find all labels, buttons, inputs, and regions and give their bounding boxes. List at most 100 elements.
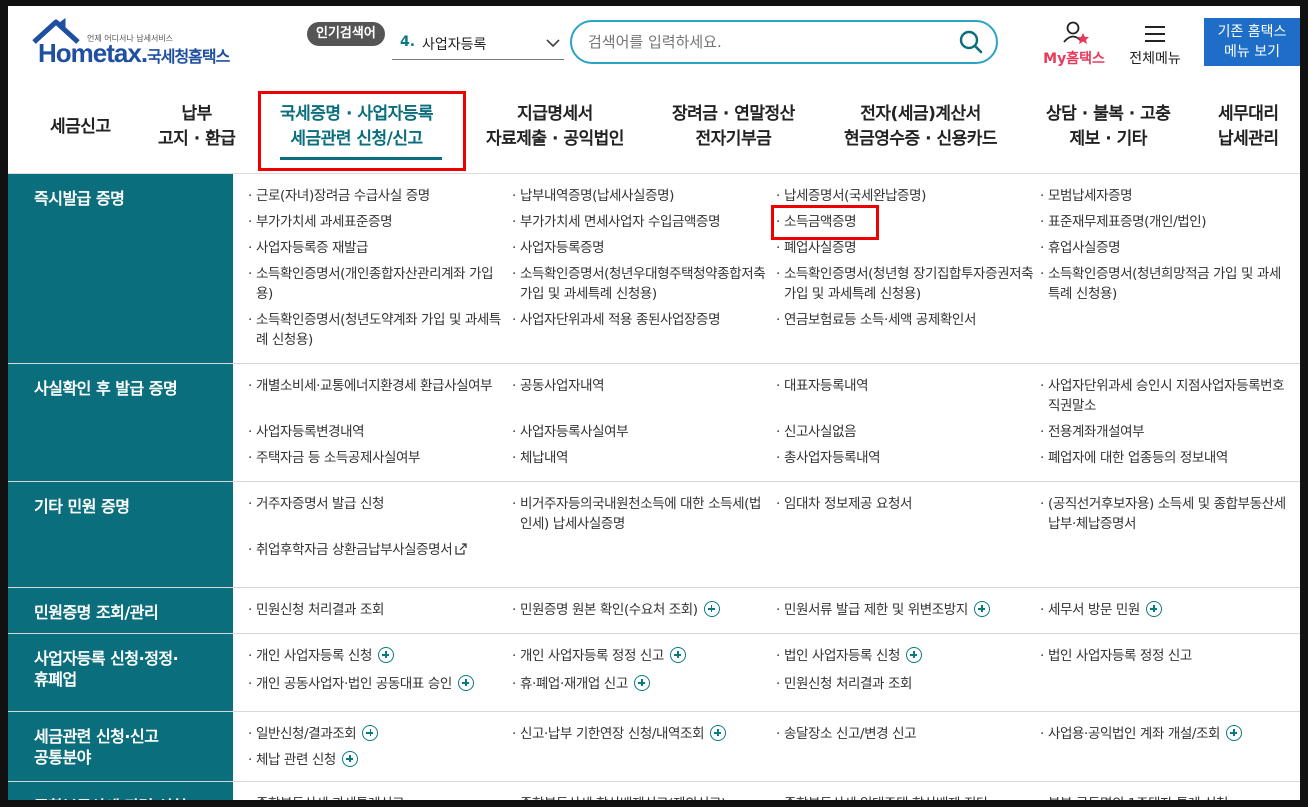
submenu-link[interactable]: · 전용계좌개설여부	[1040, 422, 1288, 442]
submenu-link[interactable]: · 일반신청/결과조회	[248, 724, 506, 744]
submenu-link[interactable]: · 폐업사실증명	[776, 238, 1034, 258]
expand-plus-icon[interactable]	[703, 601, 720, 617]
submenu-link[interactable]: · 사업용·공익법인 계좌 개설/조회	[1040, 724, 1288, 744]
submenu-link[interactable]: · 소득확인증명서(청년희망적금 가입 및 과세특례 신청용)	[1040, 264, 1288, 304]
submenu-link[interactable]: · 종합부동산세 과세특례신고	[248, 794, 506, 800]
submenu-link[interactable]: · 사업자등록증명	[512, 238, 770, 258]
submenu-link[interactable]: · 종합부동산세 합산배제신고(제외신고)	[512, 794, 770, 800]
expand-plus-icon[interactable]	[457, 675, 474, 691]
submenu-link[interactable]: · 부가가치세 과세표준증명	[248, 212, 506, 232]
submenu-link[interactable]: · 대표자등록내역	[776, 376, 1034, 396]
category-title: 사실확인 후 발급 증명	[8, 364, 233, 481]
bullet: ·	[776, 676, 780, 692]
nav-item-incentives[interactable]: 장려금 · 연말정산 전자기부금	[672, 102, 795, 152]
submenu-link[interactable]: · 체납 관련 신청	[248, 750, 506, 770]
submenu-link[interactable]: · 표준재무제표증명(개인/법인)	[1040, 212, 1288, 232]
nav-label: 고지 · 환급	[158, 129, 236, 149]
submenu-link[interactable]: · 사업자등록사실여부	[512, 422, 770, 442]
expand-plus-icon[interactable]	[973, 601, 990, 617]
popular-keyword-select[interactable]: 4. 사업자등록	[392, 28, 564, 60]
hamburger-icon	[1145, 26, 1165, 42]
submenu-link[interactable]: · 세무서 방문 민원	[1040, 600, 1288, 620]
submenu-link[interactable]: · 사업자등록증 재발급	[248, 238, 506, 258]
submenu-link[interactable]: · 부가가치세 면세사업자 수입금액증명	[512, 212, 770, 232]
hometax-logo[interactable]: Hometax. 언제 어디서나 납세서비스 국세청홈택스	[30, 16, 250, 76]
submenu-link[interactable]: · 신고사실없음	[776, 422, 1034, 442]
nav-label: 자료제출 · 공익법인	[486, 129, 624, 149]
expand-plus-icon[interactable]	[633, 675, 650, 691]
submenu-link[interactable]: · 비거주자등의국내원천소득에 대한 소득세(법인세) 납세사실증명	[512, 494, 770, 534]
submenu-link[interactable]: · 사업자단위과세 적용 종된사업장증명	[512, 310, 770, 330]
submenu-link[interactable]: · 사업자단위과세 승인시 지점사업자등록번호 직권말소	[1040, 376, 1288, 416]
submenu-link[interactable]: · 부부 공동명의 1주택자 특례 신청	[1040, 794, 1288, 800]
expand-plus-icon[interactable]	[710, 725, 727, 741]
submenu-link[interactable]: · 소득확인증명서(개인종합자산관리계좌 가입용)	[248, 264, 506, 304]
bullet: ·	[512, 188, 516, 204]
submenu-link[interactable]: · 연금보험료등 소득·세액 공제확인서	[776, 310, 1034, 330]
submenu-link[interactable]: · 총사업자등록내역	[776, 448, 1034, 468]
submenu-link[interactable]: · 납세증명서(국세완납증명)	[776, 186, 1034, 206]
submenu-link[interactable]: · 신고·납부 기한연장 신청/내역조회	[512, 724, 770, 744]
legacy-menu-button[interactable]: 기존 홈택스 메뉴 보기	[1204, 18, 1300, 66]
submenu-link[interactable]: · 민원서류 발급 제한 및 위변조방지	[776, 600, 1034, 620]
expand-plus-icon[interactable]	[1226, 725, 1243, 741]
submenu-link[interactable]: · 법인 사업자등록 정정 신고	[1040, 646, 1288, 666]
submenu-link[interactable]: · 사업자등록변경내역	[248, 422, 506, 442]
submenu-link[interactable]: · 법인 사업자등록 신청	[776, 646, 1034, 666]
expand-plus-icon[interactable]	[1145, 601, 1162, 617]
expand-plus-icon[interactable]	[905, 647, 922, 663]
search-icon[interactable]	[958, 29, 984, 55]
submenu-link[interactable]: · 개인 공동사업자·법인 공동대표 승인	[248, 674, 506, 694]
logo-korean-name: 국세청홈택스	[147, 47, 230, 66]
submenu-link[interactable]: · 임대차 정보제공 요청서	[776, 494, 1034, 514]
nav-item-statements[interactable]: 지급명세서 자료제출 · 공익법인	[486, 102, 624, 152]
expand-plus-icon[interactable]	[669, 647, 686, 663]
search-input[interactable]	[588, 30, 948, 54]
nav-item-consult[interactable]: 상담 · 불복 · 고충 제보 · 기타	[1046, 102, 1171, 152]
bullet: ·	[512, 240, 516, 256]
submenu-link[interactable]: · 공동사업자내역	[512, 376, 770, 396]
submenu-link-label: 소득확인증명서(청년도약계좌 가입 및 과세특례 신청용)	[256, 312, 501, 348]
bullet: ·	[1040, 602, 1044, 618]
submenu-link[interactable]: · 납부내역증명(납세사실증명)	[512, 186, 770, 206]
submenu-link[interactable]: · 모범납세자증명	[1040, 186, 1288, 206]
submenu-link[interactable]: · 개인 사업자등록 신청	[248, 646, 506, 666]
submenu-row: 사업자등록 신청·정정· 휴폐업 · 개인 사업자등록 신청 · 개인 사업자등록 정정 …	[8, 634, 1300, 712]
expand-plus-icon[interactable]	[377, 647, 394, 663]
submenu-link[interactable]: · 민원신청 처리결과 조회	[248, 600, 506, 620]
nav-item-e-invoice[interactable]: 전자(세금)계산서 현금영수증 · 신용카드	[844, 102, 998, 152]
search-box[interactable]	[570, 20, 998, 64]
submenu-link[interactable]: · 취업후학자금 상환금납부사실증명서	[248, 540, 506, 560]
submenu-link[interactable]: · 휴업사실증명	[1040, 238, 1288, 258]
submenu-link[interactable]: · 폐업자에 대한 업종등의 정보내역	[1040, 448, 1288, 468]
bullet: ·	[1040, 424, 1044, 440]
submenu-link[interactable]: · 휴·폐업·재개업 신고	[512, 674, 770, 694]
submenu-link[interactable]: · 소득확인증명서(청년형 장기집합투자증권저축 가입 및 과세특례 신청용)	[776, 264, 1034, 304]
submenu-link[interactable]: · 거주자증명서 발급 신청	[248, 494, 506, 514]
submenu-row: 세금관련 신청·신고 공통분야 · 일반신청/결과조회 · 신고·납부 기한연장 신청/내…	[8, 712, 1300, 782]
all-menu-button[interactable]: 전체메뉴	[1120, 20, 1190, 70]
nav-item-tax-filing[interactable]: 세금신고	[50, 115, 111, 140]
my-hometax-button[interactable]: My홈택스	[1038, 20, 1110, 70]
submenu-link[interactable]: · 근로(자녀)장려금 수급사실 증명	[248, 186, 506, 206]
nav-item-tax-agent[interactable]: 세무대리 납세관리	[1218, 102, 1279, 152]
submenu-link[interactable]: · 민원신청 처리결과 조회	[776, 674, 1034, 694]
submenu-link[interactable]: · 소득확인증명서(청년도약계좌 가입 및 과세특례 신청용)	[248, 310, 506, 350]
bullet: ·	[248, 188, 252, 204]
submenu-link[interactable]: · 소득확인증명서(청년우대형주택청약종합저축 가입 및 과세특례 신청용)	[512, 264, 770, 304]
submenu-link-label: 거주자증명서 발급 신청	[256, 496, 384, 512]
highlight-box	[771, 205, 879, 240]
nav-item-payment[interactable]: 납부 고지 · 환급	[158, 102, 236, 152]
submenu-link[interactable]: · 체납내역	[512, 448, 770, 468]
submenu-link[interactable]: · 송달장소 신고/변경 신고	[776, 724, 1034, 744]
submenu-link[interactable]: · 주택자금 등 소득공제사실여부	[248, 448, 506, 468]
submenu-link[interactable]: · 개별소비세·교통에너지환경세 환급사실여부	[248, 376, 506, 396]
submenu-link-label: 종합부동산세 과세특례신고	[256, 796, 405, 800]
submenu-link[interactable]: · 개인 사업자등록 정정 신고	[512, 646, 770, 666]
expand-plus-icon[interactable]	[362, 725, 379, 741]
submenu-link-label: 체납 관련 신청	[256, 752, 336, 768]
submenu-link[interactable]: · 민원증명 원본 확인(수요처 조회)	[512, 600, 770, 620]
submenu-link[interactable]: · (공직선거후보자용) 소득세 및 종합부동산세 납부·체납증명서	[1040, 494, 1288, 534]
submenu-link[interactable]: · 종합부동산세 임대주택 합산배제 진단	[776, 794, 1034, 800]
expand-plus-icon[interactable]	[341, 751, 358, 767]
